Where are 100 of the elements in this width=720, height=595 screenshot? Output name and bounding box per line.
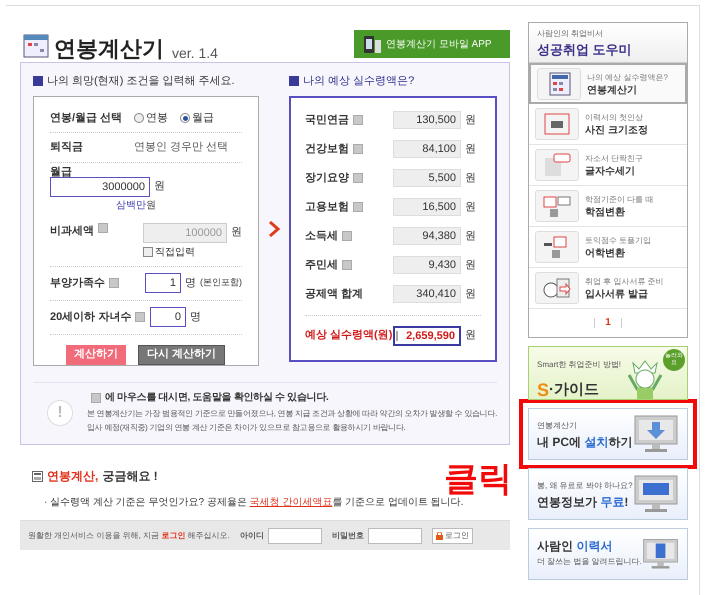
field-label: 월급 [50,166,73,176]
sidebar-subtitle: 사람인의 취업비서 [537,28,604,40]
radio-label: 연봉 [146,110,168,126]
click-annotation: 클릭 [444,462,512,496]
password-label: 비밀번호 [332,530,364,542]
banner-caption: 봉, 왜 유료로 봐야 하나요? [537,480,633,492]
free-banner[interactable]: 봉, 왜 유료로 봐야 하나요? 연봉정보가 무료! [528,468,688,520]
recalculate-button[interactable]: 다시 계산하기 [138,344,226,364]
notice-heading: 에 마우스를 대시면, 도움말을 확인하실 수 있습니다. [105,390,329,404]
deduction-label: 공제액 합계 [305,286,364,302]
tool-item[interactable]: 자소서 단짝친구 글자수세기 [529,145,687,186]
field-note: 연봉인 경우만 선택 [134,140,228,155]
deduction-label: 소득세 [305,228,338,244]
deduction-label: 고용보험 [305,200,349,215]
unit-label: 원 [465,200,476,215]
salary-field[interactable]: 3000000 [50,176,150,196]
help-icon[interactable] [353,115,363,125]
banner-title: 연봉정보가 무료! [537,494,630,510]
page-title: 연봉계산기 [54,38,164,60]
help-icon[interactable] [135,312,146,322]
help-icon[interactable] [342,231,352,241]
children-field[interactable]: 0 [150,307,186,327]
monitor-icon [633,474,679,514]
password-field[interactable] [368,528,422,544]
mobile-app-button[interactable]: 연봉계산기 모바일 APP [354,30,510,58]
tool-label: 어학변환 [585,247,626,260]
unit-label: 원 [154,179,165,194]
help-icon[interactable] [396,330,398,340]
radio-button[interactable] [180,113,190,123]
help-icon[interactable] [98,222,108,232]
version-label: ver. 1.4 [172,46,218,60]
chevron-right-icon [268,221,280,238]
unit-label: 원 [231,225,242,240]
help-icon[interactable] [342,260,352,270]
dependents-field[interactable]: 1 [145,273,181,293]
field-note: (본인포함) [200,276,242,290]
net-pay-label: 예상 실수령액(원) [305,328,392,344]
tool-item[interactable]: 토익점수 토플기입 어학변환 [529,227,687,268]
amount-field: 84,100 [393,140,461,158]
banner-caption: 연봉계산기 [537,420,578,432]
field-label: 연봉/월급 선택 [50,110,124,126]
amount-field: 94,380 [393,227,461,245]
amount-field: 130,500 [393,111,461,129]
radio-label: 월급 [192,110,214,126]
faq-title-highlight: 연봉계산, [47,468,98,485]
help-icon[interactable] [353,144,363,154]
tool-caption: 토익점수 토플기입 [585,235,652,247]
bullet-icon [33,76,43,86]
unit-label: 명 [185,276,196,291]
tool-label: 사진 크기조정 [585,124,648,137]
section-title: 나의 예상 실수령액은? [303,74,414,89]
amount-field: 9,430 [393,256,461,274]
help-icon[interactable] [353,202,363,212]
tool-item[interactable]: 취업 후 입사서류 준비 입사서류 발급 [529,268,687,309]
resume-banner[interactable]: 사람인 이력서 더 잘쓰는 법을 알려드립니다. [528,528,688,580]
banner-title: 사람인 이력서 [537,538,614,554]
tool-item[interactable]: 나의 예상 실수령액은? 연봉계산기 [529,63,687,104]
monitor-icon [633,414,679,454]
login-button[interactable]: 로그인 [432,528,473,544]
notice-text: 본 연봉계산기는 가장 범용적인 기준으로 만들어졌으나, 연봉 지급 조건과 상황에 따라 약간의 오차가 발생할 수 있습니다. [87,408,497,420]
tool-item[interactable]: 학점기준이 다를 때 학점변환 [529,186,687,227]
help-icon[interactable] [91,392,101,402]
faq-title: 궁금해요 ! [102,468,158,485]
tool-caption: 나의 예상 실수령액은? [587,72,668,84]
alert-icon: ! [47,400,73,426]
field-label: 부양가족수 [50,276,105,291]
unit-label: 원 [465,112,476,128]
unit-label: 명 [190,310,201,325]
checkbox-label: 직접입력 [155,246,195,260]
tool-item[interactable]: 이력서의 첫인상 사진 크기조정 [529,104,687,145]
field-label: 20세이하 자녀수 [50,310,132,325]
banner-title: 내 PC에 설치하기 [537,434,632,450]
unit-label: 원 [465,328,476,344]
banner-logo: S [537,379,550,402]
tool-caption: 학점기준이 다를 때 [585,194,654,206]
login-link[interactable]: 로그인 [161,530,186,540]
deduction-label: 건강보험 [305,142,349,157]
sidebar-title: 성공취업 도우미 [537,41,633,59]
tool-caption: 이력서의 첫인상 [585,112,644,124]
deduction-label: 국민연금 [305,112,349,128]
tool-caption: 취업 후 입사서류 준비 [585,276,664,288]
amount-field: 340,410 [393,285,461,303]
help-icon[interactable] [109,278,119,288]
tool-caption: 자소서 단짝친구 [585,153,644,165]
tool-label: 학점변환 [585,206,626,219]
login-message: 원활한 개인서비스 이용을 위해, 지금 로그인 해주십시오. [28,530,230,542]
tool-label: 연봉계산기 [587,84,638,96]
unit-label: 원 [465,142,476,157]
help-icon[interactable] [353,173,363,183]
bullet-icon [289,76,299,86]
deduction-label: 주민세 [305,258,338,273]
section-title: 나의 희망(현재) 조건을 입력해 주세요. [47,74,235,89]
deduction-label: 장기요양 [305,170,349,186]
id-field[interactable] [268,528,322,544]
document-icon [542,152,572,178]
radio-button[interactable] [134,113,144,123]
amount-field: 16,500 [393,198,461,216]
tax-table-link[interactable]: 국세청 간이세액표 [250,497,332,508]
page-number[interactable]: 1 [594,318,622,328]
install-banner[interactable]: 연봉계산기 내 PC에 설치하기 [528,408,688,460]
